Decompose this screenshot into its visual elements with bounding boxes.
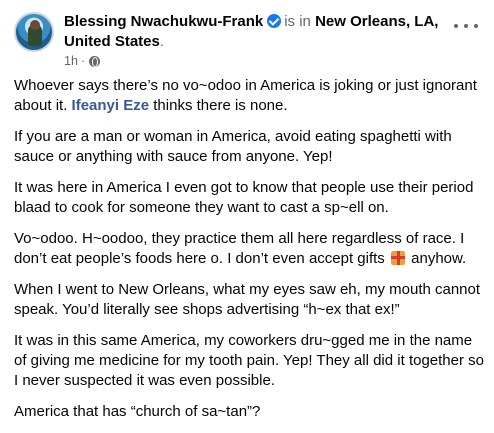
verified-badge-icon (267, 14, 282, 28)
post-header: Blessing Nwachukwu-Frank is in New Orlean… (14, 10, 484, 70)
mention-link[interactable]: Ifeanyi Eze (72, 97, 150, 114)
post-paragraph-6: It was in this same America, my coworker… (14, 332, 484, 389)
post-paragraph-5: When I went to New Orleans, what my eyes… (14, 281, 481, 318)
gift-emoji-icon (390, 251, 405, 265)
p4-text-after: anyhow. (406, 250, 467, 267)
post-paragraph-1: Whoever says there’s no vo~odoo in Ameri… (14, 76, 486, 116)
more-dot (454, 24, 458, 28)
globe-icon[interactable] (89, 55, 101, 67)
post-body: Whoever says there’s no vo~odoo in Ameri… (14, 76, 486, 433)
post-paragraph-7: America that has “church of sa~tan”? (14, 403, 261, 420)
location-suffix: . (159, 33, 165, 50)
author-avatar[interactable] (14, 12, 54, 52)
author-name[interactable]: Blessing Nwachukwu-Frank (64, 13, 263, 30)
post-meta: 1h · (64, 54, 101, 68)
post-paragraph-3: It was here in America I even got to kno… (14, 179, 474, 216)
post-paragraph-4: Vo~odoo. H~oodoo, they practice them all… (14, 229, 486, 269)
post-headline: Blessing Nwachukwu-Frank is in New Orlean… (64, 12, 454, 52)
p1-text-after: thinks there is none. (149, 97, 288, 114)
avatar-face (30, 20, 40, 30)
meta-separator: · (80, 54, 86, 68)
post-timestamp[interactable]: 1h (64, 54, 78, 68)
post-paragraph-2: If you are a man or woman in America, av… (14, 128, 452, 165)
is-in-text: is in (284, 13, 311, 30)
more-dot (464, 24, 468, 28)
more-options-icon[interactable] (454, 16, 478, 36)
more-dot (474, 24, 478, 28)
facebook-post: Blessing Nwachukwu-Frank is in New Orlean… (0, 0, 494, 420)
